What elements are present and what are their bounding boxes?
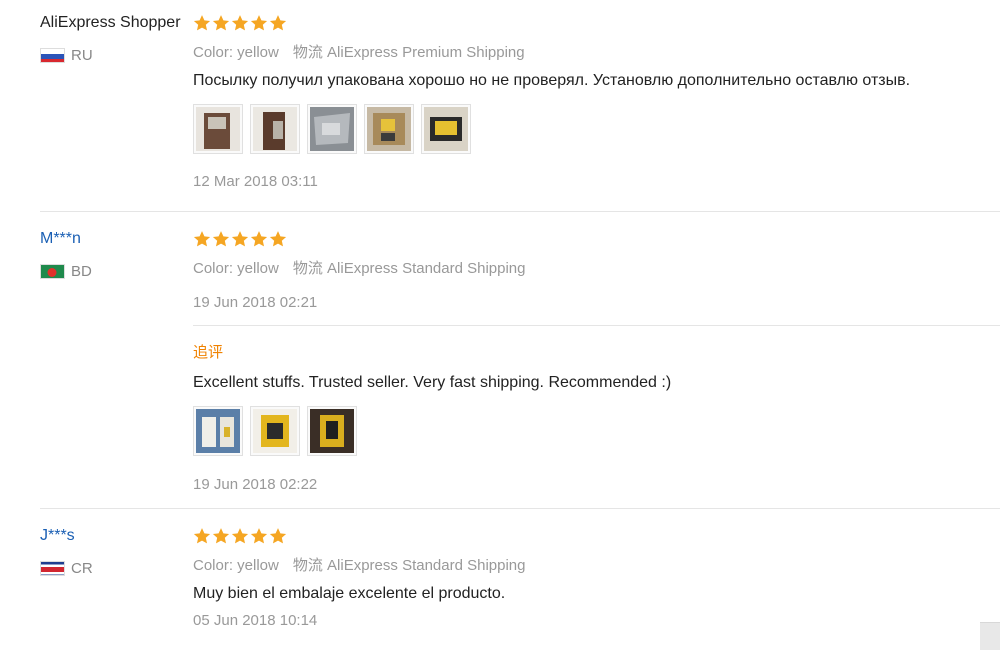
reviewer-country: CR: [40, 560, 93, 577]
star-icon: [193, 15, 211, 31]
rating-stars: [193, 14, 287, 32]
scroll-feedback-button[interactable]: [980, 622, 1000, 650]
followup-date: 19 Jun 2018 02:22: [193, 476, 318, 493]
star-icon: [269, 528, 287, 544]
star-icon: [269, 15, 287, 31]
star-icon: [231, 15, 249, 31]
star-icon: [231, 231, 249, 247]
review-photo-thumbnail[interactable]: [250, 104, 300, 154]
star-icon: [193, 528, 211, 544]
review-photos: [193, 104, 471, 154]
shipping-method: 物流 AliExpress Standard Shipping: [292, 260, 526, 277]
star-icon: [231, 528, 249, 544]
flag-ru-icon: [40, 48, 65, 63]
star-icon: [212, 231, 230, 247]
review-photo-thumbnail[interactable]: [421, 104, 471, 154]
country-code: RU: [71, 47, 93, 64]
followup-divider: [193, 325, 1000, 326]
star-icon: [212, 15, 230, 31]
star-icon: [250, 15, 268, 31]
shipping-method: 物流 AliExpress Standard Shipping: [292, 557, 526, 574]
product-color: Color: yellow: [193, 557, 279, 574]
reviewer-name: AliExpress Shopper: [40, 14, 181, 31]
review-meta: Color: yellow 物流 AliExpress Premium Shipp…: [193, 41, 525, 62]
star-icon: [250, 231, 268, 247]
followup-label: 追评: [193, 344, 224, 361]
star-icon: [250, 528, 268, 544]
review-date: 19 Jun 2018 02:21: [193, 294, 318, 311]
review-meta: Color: yellow 物流 AliExpress Standard Ship…: [193, 257, 526, 278]
reviewer-country: RU: [40, 47, 93, 64]
review-date: 12 Mar 2018 03:11: [193, 173, 318, 190]
shipping-method: 物流 AliExpress Premium Shipping: [292, 44, 525, 61]
review-photo-thumbnail[interactable]: [193, 406, 243, 456]
review-photo-thumbnail[interactable]: [364, 104, 414, 154]
star-icon: [212, 528, 230, 544]
rating-stars: [193, 527, 287, 545]
review-photo-thumbnail[interactable]: [250, 406, 300, 456]
star-icon: [193, 231, 211, 247]
star-icon: [269, 231, 287, 247]
product-color: Color: yellow: [193, 44, 279, 61]
country-code: CR: [71, 560, 93, 577]
reviewer-name[interactable]: J***s: [40, 527, 75, 545]
review-meta: Color: yellow 物流 AliExpress Standard Ship…: [193, 554, 526, 575]
followup-photos: [193, 406, 357, 456]
review-text: Посылку получил упакована хорошо но не п…: [193, 72, 911, 89]
flag-cr-icon: [40, 561, 65, 576]
reviewer-name[interactable]: M***n: [40, 230, 81, 248]
review-divider: [40, 211, 1000, 212]
review-photo-thumbnail[interactable]: [193, 104, 243, 154]
review-photo-thumbnail[interactable]: [307, 104, 357, 154]
review-photo-thumbnail[interactable]: [307, 406, 357, 456]
review-divider: [40, 508, 1000, 509]
review-text: Muy bien el embalaje excelente el produc…: [193, 585, 506, 602]
followup-text: Excellent stuffs. Trusted seller. Very f…: [193, 374, 672, 391]
flag-bd-icon: [40, 264, 65, 279]
rating-stars: [193, 230, 287, 248]
product-color: Color: yellow: [193, 260, 279, 277]
country-code: BD: [71, 263, 92, 280]
reviewer-country: BD: [40, 263, 92, 280]
review-date: 05 Jun 2018 10:14: [193, 612, 318, 629]
